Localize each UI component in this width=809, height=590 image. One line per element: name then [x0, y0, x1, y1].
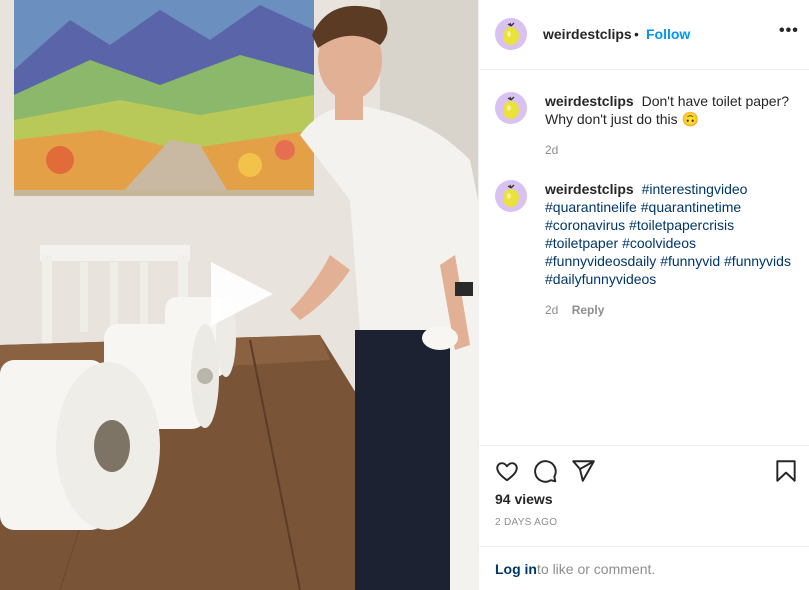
hashtag-link[interactable]: #funnyvids	[724, 253, 791, 269]
hashtag-comment: weirdestclips #interestingvideo #quarant…	[479, 180, 809, 320]
comment-icon[interactable]	[532, 458, 558, 484]
bookmark-icon[interactable]	[773, 458, 799, 484]
heart-icon[interactable]	[494, 458, 520, 484]
login-prompt-text: to like or comment.	[537, 561, 656, 577]
hashtag-link[interactable]: #coronavirus	[545, 217, 625, 233]
follow-button[interactable]: Follow	[646, 26, 690, 42]
hashtag-link[interactable]: #quarantinetime	[641, 199, 741, 215]
login-prompt: Log in to like or comment.	[479, 546, 809, 590]
video-player[interactable]	[0, 0, 478, 590]
view-count[interactable]: 94 views	[495, 491, 553, 507]
comment-meta: 2d Reply	[545, 303, 604, 317]
lemon-avatar-icon[interactable]	[495, 180, 527, 212]
hashtag-link[interactable]: #funnyvideosdaily	[545, 253, 656, 269]
lemon-avatar-icon[interactable]	[495, 18, 527, 50]
post-timestamp[interactable]: 2 DAYS AGO	[495, 517, 557, 528]
post-header: weirdestclips • Follow •••	[479, 0, 809, 70]
login-link[interactable]: Log in	[495, 561, 537, 577]
hashtag-link[interactable]: #coolvideos	[622, 235, 696, 251]
comment-time[interactable]: 2d	[545, 303, 558, 317]
comment-username[interactable]: weirdestclips	[545, 181, 634, 197]
caption-comment: weirdestclips Don't have toilet paper? W…	[479, 92, 809, 162]
post-details-panel: weirdestclips • Follow ••• weirdestclips…	[478, 0, 809, 590]
post-actions: 94 views 2 DAYS AGO Log in to like or co…	[479, 445, 809, 590]
header-username[interactable]: weirdestclips	[543, 26, 632, 42]
comment-text: weirdestclips #interestingvideo #quarant…	[545, 180, 803, 288]
share-icon[interactable]	[570, 458, 596, 484]
play-icon[interactable]	[205, 258, 277, 330]
more-options-button[interactable]: •••	[779, 22, 803, 46]
hashtag-link[interactable]: #dailyfunnyvideos	[545, 271, 656, 287]
hashtag-link[interactable]: #toiletpapercrisis	[629, 217, 734, 233]
comment-meta: 2d	[545, 143, 558, 157]
landscape-painting	[14, 0, 314, 196]
hashtag-link[interactable]: #toiletpaper	[545, 235, 618, 251]
instagram-post: weirdestclips • Follow ••• weirdestclips…	[0, 0, 809, 590]
separator-dot: •	[634, 26, 639, 42]
comment-username[interactable]: weirdestclips	[545, 93, 634, 109]
hashtag-link[interactable]: #interestingvideo	[642, 181, 748, 197]
hashtag-link[interactable]: #funnyvid	[660, 253, 720, 269]
reply-button[interactable]: Reply	[572, 303, 605, 317]
hashtag-link[interactable]: #quarantinelife	[545, 199, 637, 215]
lemon-avatar-icon[interactable]	[495, 92, 527, 124]
comment-text: weirdestclips Don't have toilet paper? W…	[545, 92, 803, 128]
comment-time[interactable]: 2d	[545, 143, 558, 157]
